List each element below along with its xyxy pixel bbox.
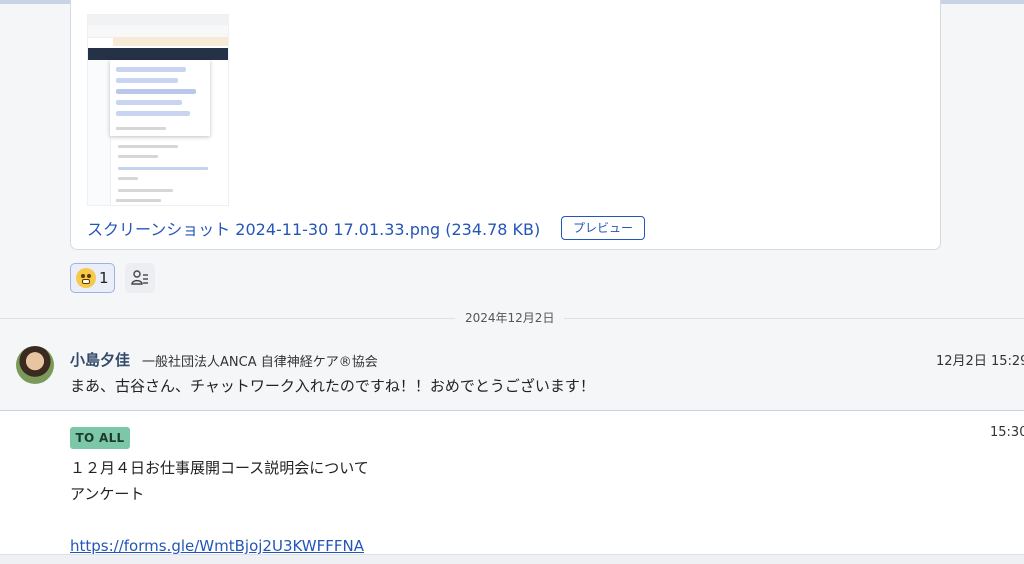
reaction-chip[interactable]: 1 — [70, 263, 115, 293]
to-all-badge: TO ALL — [70, 427, 130, 449]
reaction-count: 1 — [99, 269, 109, 287]
sender-organization: 一般社団法人ANCA 自律神経ケア®協会 — [142, 355, 378, 370]
attachment-card: スクリーンショット 2024-11-30 17.01.33.png (234.7… — [70, 0, 941, 250]
message-row — [0, 336, 1024, 410]
message-link[interactable]: https://forms.gle/WmtBjoj2U3KWFFFNA — [70, 537, 364, 555]
message-timestamp[interactable]: 15:30 — [990, 425, 1024, 440]
date-separator-label: 2024年12月2日 — [455, 309, 565, 326]
screenshot-thumbnail[interactable] — [87, 14, 229, 206]
attachment-file-link[interactable]: スクリーンショット 2024-11-30 17.01.33.png (234.7… — [87, 216, 540, 240]
message-row — [0, 411, 1024, 554]
avatar[interactable] — [16, 346, 54, 384]
message-timestamp[interactable]: 12月2日 15:29 — [936, 350, 1024, 369]
preview-button[interactable]: プレビュー — [561, 216, 645, 240]
reaction-list-button[interactable] — [125, 263, 155, 293]
grimace-face-icon — [76, 268, 96, 288]
message-body: まあ、古谷さん、チャットワーク入れたのですね！！おめでとうございます！ — [70, 377, 595, 395]
user-list-icon — [131, 270, 148, 285]
message-body-line: アンケート — [70, 485, 145, 503]
sender-name[interactable]: 小島夕佳 — [70, 349, 130, 370]
message-body-line: １２月４日お仕事展開コース説明会について — [70, 459, 369, 477]
